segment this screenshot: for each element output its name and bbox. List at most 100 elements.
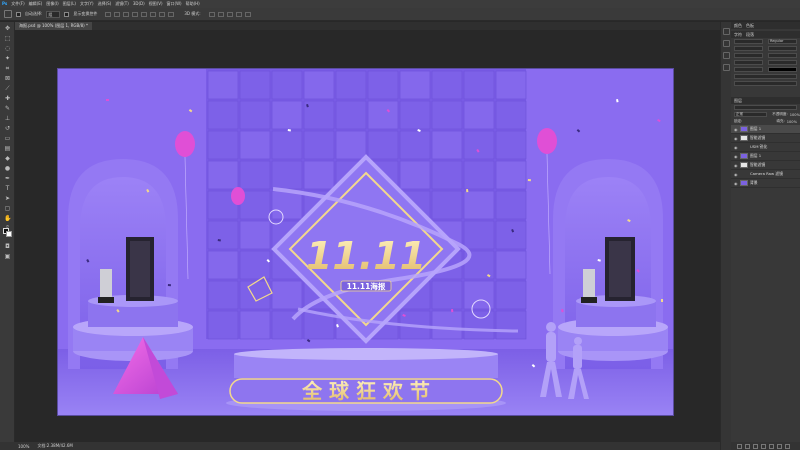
shape-tool-icon[interactable]: ▢ (4, 206, 11, 212)
menu-view[interactable]: 视图(V) (149, 0, 163, 8)
align-left-icon[interactable] (105, 11, 112, 17)
canvas-workspace[interactable]: 11.11 11.11海报 全 球 狂 欢 节 (15, 30, 720, 442)
layer-row[interactable]: ◉ 背景 (731, 179, 800, 188)
align-center-icon[interactable] (114, 11, 121, 17)
character-panel-icon[interactable] (723, 52, 730, 59)
fill-value[interactable]: 100% (787, 120, 797, 124)
opacity-value[interactable]: 100% (790, 113, 800, 117)
add-mask-icon[interactable] (753, 443, 758, 449)
tab-paragraph[interactable]: 段落 (746, 32, 754, 38)
new-group-icon[interactable] (769, 443, 774, 449)
menu-file[interactable]: 文件(F) (11, 0, 24, 8)
trash-icon[interactable] (785, 443, 790, 449)
document-tab[interactable]: 海报.psd @ 100% (图层 1, RGB/8) * (15, 22, 92, 30)
visibility-eye-icon[interactable]: ◉ (734, 154, 738, 159)
frame-tool-icon[interactable]: ⊠ (4, 76, 11, 82)
menu-window[interactable]: 窗口(W) (167, 0, 182, 8)
font-style-field[interactable]: Regular (768, 39, 797, 44)
type-tool-icon[interactable]: T (4, 186, 11, 192)
magic-wand-icon[interactable]: ✦ (4, 56, 11, 62)
menu-select[interactable]: 选择(S) (98, 0, 112, 8)
language-field[interactable] (734, 81, 797, 86)
gradient-tool-icon[interactable]: ▤ (4, 146, 11, 152)
menu-type[interactable]: 文字(Y) (80, 0, 94, 8)
properties-panel-icon[interactable] (723, 40, 730, 47)
poster-artboard[interactable]: 11.11 11.11海报 全 球 狂 欢 节 (57, 68, 674, 416)
menu-layer[interactable]: 图层(L) (63, 0, 76, 8)
align-bottom-icon[interactable] (150, 11, 157, 17)
roll-3d-icon[interactable] (217, 11, 224, 17)
visibility-eye-icon[interactable]: ◉ (734, 127, 738, 132)
document-size[interactable]: 文档:2.38M/42.6M (37, 443, 72, 449)
move-tool-icon[interactable] (4, 10, 12, 18)
tracking-field[interactable] (768, 53, 797, 58)
blend-mode-dropdown[interactable]: 正常 (734, 112, 768, 117)
paragraph-panel-icon[interactable] (723, 64, 730, 71)
history-panel-icon[interactable] (723, 28, 730, 35)
pen-tool-icon[interactable]: ✒ (4, 176, 11, 182)
visibility-eye-icon[interactable]: ◉ (734, 181, 738, 186)
new-layer-icon[interactable] (777, 443, 782, 449)
layer-filter-field[interactable] (734, 105, 797, 110)
tab-swatches[interactable]: 色板 (746, 23, 754, 29)
eraser-tool-icon[interactable]: ▭ (4, 136, 11, 142)
screen-mode-icon[interactable]: ▣ (4, 254, 11, 260)
layer-row[interactable]: ◉ Camera Raw 滤镜 (731, 170, 800, 179)
menu-image[interactable]: 图像(I) (46, 0, 58, 8)
pan-3d-icon[interactable] (226, 11, 233, 17)
visibility-eye-icon[interactable]: ◉ (734, 172, 738, 177)
horizontal-scale-field[interactable] (768, 60, 797, 65)
layer-row[interactable]: ◉ 图层 1 (731, 125, 800, 134)
vertical-scale-field[interactable] (734, 60, 763, 65)
visibility-eye-icon[interactable]: ◉ (734, 136, 738, 141)
path-select-icon[interactable]: ➤ (4, 196, 11, 202)
eyedropper-icon[interactable]: ⟋ (4, 86, 11, 92)
quick-mask-icon[interactable]: ◘ (4, 244, 11, 250)
align-right-icon[interactable] (123, 11, 130, 17)
auto-select-checkbox[interactable] (16, 11, 21, 17)
layer-row[interactable]: ◉ 图层 1 (731, 152, 800, 161)
brush-tool-icon[interactable]: ✎ (4, 106, 11, 112)
link-layers-icon[interactable] (737, 443, 742, 449)
layer-row[interactable]: ◉ USM 锐化 (731, 143, 800, 152)
font-size-field[interactable] (734, 46, 763, 51)
menu-filter[interactable]: 滤镜(T) (115, 0, 129, 8)
scale-3d-icon[interactable] (244, 11, 251, 17)
tab-character[interactable]: 字符 (734, 32, 742, 38)
lasso-tool-icon[interactable]: ◌ (4, 46, 11, 52)
healing-brush-icon[interactable]: ✚ (4, 96, 11, 102)
menu-3d[interactable]: 3D(D) (133, 0, 145, 8)
hand-tool-icon[interactable]: ✋ (4, 216, 11, 222)
menu-help[interactable]: 帮助(H) (186, 0, 200, 8)
adjustment-layer-icon[interactable] (761, 443, 766, 449)
blur-tool-icon[interactable]: ◆ (4, 156, 11, 162)
distribute-h-icon[interactable] (168, 11, 175, 17)
orbit-3d-icon[interactable] (208, 11, 215, 17)
marquee-tool-icon[interactable]: ⬚ (4, 36, 11, 42)
align-top-icon[interactable] (132, 11, 139, 17)
leading-field[interactable] (768, 46, 797, 51)
stamp-tool-icon[interactable]: ⊥ (4, 116, 11, 122)
layer-row[interactable]: ◉ 智能滤镜 (731, 134, 800, 143)
baseline-shift-field[interactable] (734, 67, 763, 72)
history-brush-icon[interactable]: ↺ (4, 126, 11, 132)
menu-edit[interactable]: 编辑(E) (29, 0, 43, 8)
align-middle-icon[interactable] (141, 11, 148, 17)
visibility-eye-icon[interactable]: ◉ (734, 145, 738, 150)
distribute-icon[interactable] (159, 11, 166, 17)
zoom-level[interactable]: 100% (18, 444, 29, 449)
show-transform-checkbox[interactable] (64, 11, 70, 17)
tab-layers[interactable]: 图层 (734, 98, 742, 104)
tab-color[interactable]: 颜色 (734, 23, 742, 29)
auto-select-dropdown[interactable]: 组 (46, 10, 61, 18)
dodge-tool-icon[interactable]: ● (4, 166, 11, 172)
visibility-eye-icon[interactable]: ◉ (734, 163, 738, 168)
background-color-swatch[interactable] (6, 231, 12, 237)
kerning-field[interactable] (734, 53, 763, 58)
color-field[interactable] (768, 67, 797, 72)
crop-tool-icon[interactable]: ⌗ (4, 66, 11, 72)
font-family-field[interactable] (734, 39, 763, 44)
slide-3d-icon[interactable] (235, 11, 242, 17)
faux-styles[interactable] (734, 74, 797, 79)
move-tool-icon[interactable]: ✥ (4, 26, 11, 32)
